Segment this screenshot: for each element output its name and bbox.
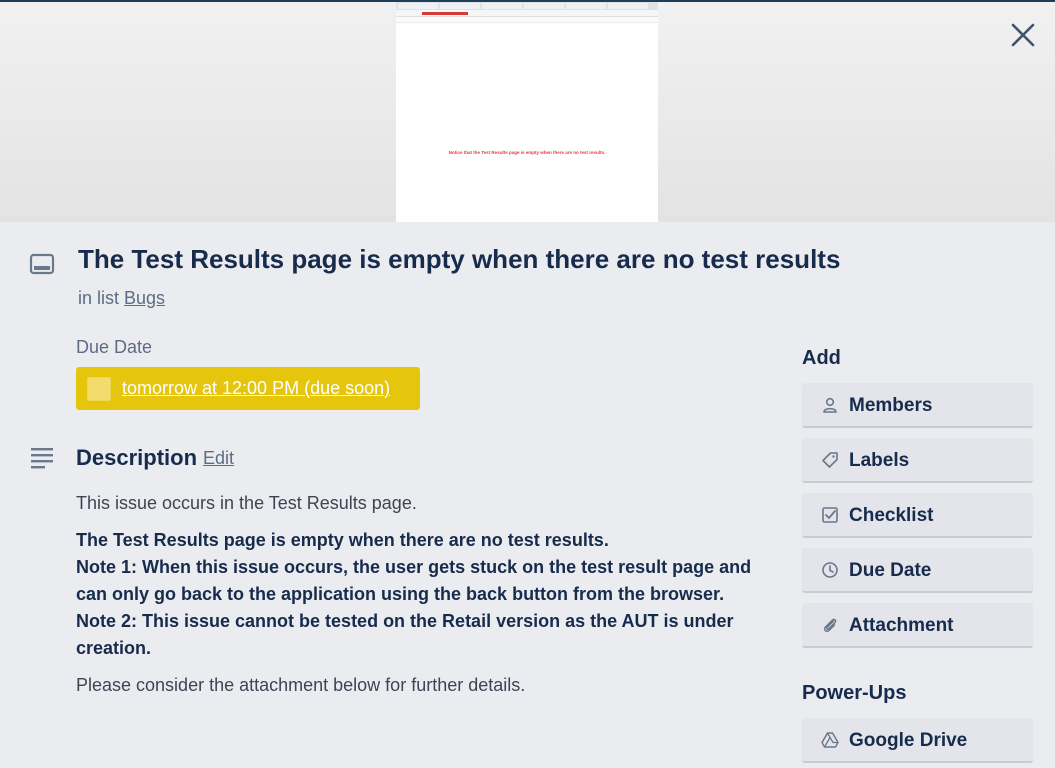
members-button-label: Members: [849, 395, 933, 416]
clock-icon: [821, 561, 839, 579]
description-intro: This issue occurs in the Test Results pa…: [76, 493, 417, 513]
tag-icon: [821, 451, 839, 469]
in-list-text: in list Bugs: [78, 288, 165, 309]
attachment-button[interactable]: Attachment: [802, 603, 1033, 648]
paperclip-icon: [821, 616, 839, 634]
description-edit-link[interactable]: Edit: [203, 448, 234, 469]
in-list-prefix: in list: [78, 288, 120, 308]
due-date-label: Due Date: [76, 337, 153, 357]
close-icon[interactable]: [1006, 18, 1040, 52]
google-drive-icon: [821, 731, 839, 749]
card-icon: [29, 251, 55, 277]
cover-attachment-thumbnail[interactable]: Notice that the Test Results page is emp…: [396, 2, 658, 222]
description-icon: [30, 447, 54, 469]
description-heading: Description: [76, 445, 198, 470]
labels-button-label: Labels: [849, 450, 910, 471]
attachment-button-label: Attachment: [849, 615, 954, 636]
add-heading: Add: [802, 347, 841, 369]
description-bold-line: Note 2: This issue cannot be tested on t…: [76, 611, 734, 658]
labels-button[interactable]: Labels: [802, 438, 1033, 483]
description-body[interactable]: This issue occurs in the Test Results pa…: [76, 490, 786, 699]
members-button[interactable]: Members: [802, 383, 1033, 428]
description-outro: Please consider the attachment below for…: [76, 675, 526, 695]
due-date-value[interactable]: tomorrow at 12:00 PM (due soon): [122, 378, 390, 399]
list-link[interactable]: Bugs: [124, 288, 165, 308]
card-title[interactable]: The Test Results page is empty when ther…: [78, 244, 840, 275]
thumbnail-highlight: [422, 12, 468, 15]
description-bold-line: Note 1: When this issue occurs, the user…: [76, 557, 752, 604]
thumbnail-browser-tabs: [396, 2, 658, 10]
due-date-checkbox[interactable]: [87, 377, 111, 401]
due-date-button[interactable]: Due Date: [802, 548, 1033, 593]
person-icon: [821, 396, 839, 414]
due-date-badge[interactable]: tomorrow at 12:00 PM (due soon): [76, 367, 420, 410]
checkbox-icon: [821, 506, 839, 524]
google-drive-button-label: Google Drive: [849, 730, 968, 751]
thumbnail-bookmarks-bar: [396, 17, 658, 23]
description-bold-line: The Test Results page is empty when ther…: [76, 530, 609, 550]
checklist-button[interactable]: Checklist: [802, 493, 1033, 538]
due-date-button-label: Due Date: [849, 560, 932, 581]
google-drive-button[interactable]: Google Drive: [802, 718, 1033, 763]
power-ups-heading: Power-Ups: [802, 682, 907, 704]
card-cover[interactable]: Notice that the Test Results page is emp…: [0, 2, 1055, 222]
thumbnail-note: Notice that the Test Results page is emp…: [448, 150, 606, 155]
checklist-button-label: Checklist: [849, 505, 934, 526]
